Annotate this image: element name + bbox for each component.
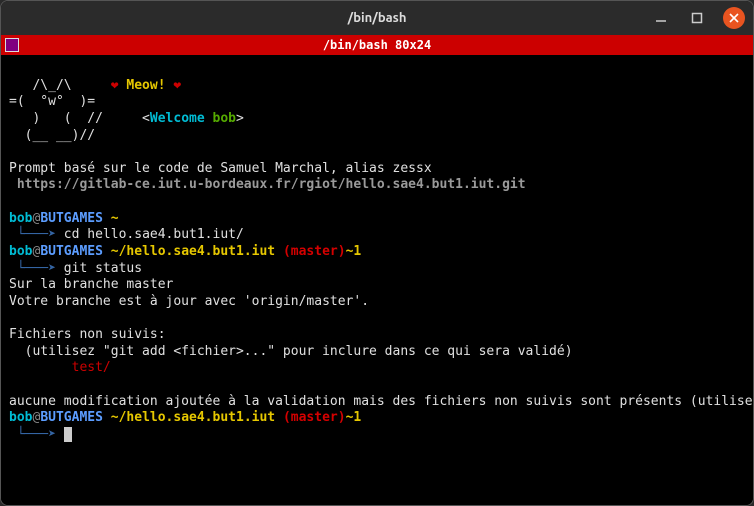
prompt-arrow-icon: ➤ <box>48 427 64 442</box>
minimize-button[interactable] <box>651 8 671 28</box>
meow-text: Meow! <box>126 78 173 93</box>
prompt-branch: (master) <box>275 244 345 259</box>
close-button[interactable] <box>723 7 745 29</box>
prompt-user: bob <box>9 410 32 425</box>
tab-bar: /bin/bash 80x24 <box>1 35 753 55</box>
motd-url: https://gitlab-ce.iut.u-bordeaux.fr/rgio… <box>9 177 526 192</box>
motd-line: Prompt basé sur le code de Samuel Marcha… <box>9 161 432 176</box>
ascii-art-line: /\_/\ <box>9 78 111 93</box>
ascii-art-line: =( °w° )= <box>9 94 95 109</box>
prompt-modified: ~1 <box>346 410 362 425</box>
window-title: /bin/bash <box>1 11 753 25</box>
prompt-host: BUTGAMES <box>40 244 103 259</box>
heart-icon: ❤ <box>173 78 181 93</box>
tab-title: /bin/bash 80x24 <box>1 38 753 52</box>
command-text: cd hello.sae4.but1.iut/ <box>64 227 244 242</box>
terminal-cursor <box>64 427 72 442</box>
window-controls <box>651 7 745 29</box>
terminal-output[interactable]: /\_/\ ❤ Meow! ❤ =( °w° )= ) ( // <Welcom… <box>1 55 753 505</box>
git-output-line: Sur la branche master <box>9 277 173 292</box>
prompt-host: BUTGAMES <box>40 211 103 226</box>
welcome-user: bob <box>213 111 236 126</box>
ascii-art-line: ) ( // < <box>9 111 150 126</box>
git-output-line: (utilisez "git add <fichier>..." pour in… <box>9 344 573 359</box>
welcome-text: Welcome <box>150 111 213 126</box>
prompt-user: bob <box>9 244 32 259</box>
prompt-arrow-icon: ➤ <box>48 261 64 276</box>
ascii-art-line: (__ __)// <box>9 128 95 143</box>
git-output-line: aucune modification ajoutée à la validat… <box>9 394 754 409</box>
window-titlebar: /bin/bash <box>1 1 753 35</box>
maximize-button[interactable] <box>687 8 707 28</box>
prompt-path: ~ <box>103 211 119 226</box>
prompt-modified: ~1 <box>346 244 362 259</box>
prompt-path: ~/hello.sae4.but1.iut <box>103 244 275 259</box>
git-output-line: Fichiers non suivis: <box>9 327 166 342</box>
git-untracked-file: test/ <box>9 360 111 375</box>
prompt-arrow: └─── <box>9 261 48 276</box>
terminal-window: /bin/bash /bin/bash 80x24 /\_/\ ❤ Meow! … <box>0 0 754 506</box>
prompt-host: BUTGAMES <box>40 410 103 425</box>
git-output-line: Votre branche est à jour avec 'origin/ma… <box>9 294 369 309</box>
heart-icon: ❤ <box>111 78 127 93</box>
ascii-art-line: > <box>236 111 244 126</box>
command-text: git status <box>64 261 142 276</box>
prompt-arrow: └─── <box>9 427 48 442</box>
prompt-arrow-icon: ➤ <box>48 227 64 242</box>
prompt-user: bob <box>9 211 32 226</box>
prompt-path: ~/hello.sae4.but1.iut <box>103 410 275 425</box>
prompt-branch: (master) <box>275 410 345 425</box>
prompt-arrow: └─── <box>9 227 48 242</box>
